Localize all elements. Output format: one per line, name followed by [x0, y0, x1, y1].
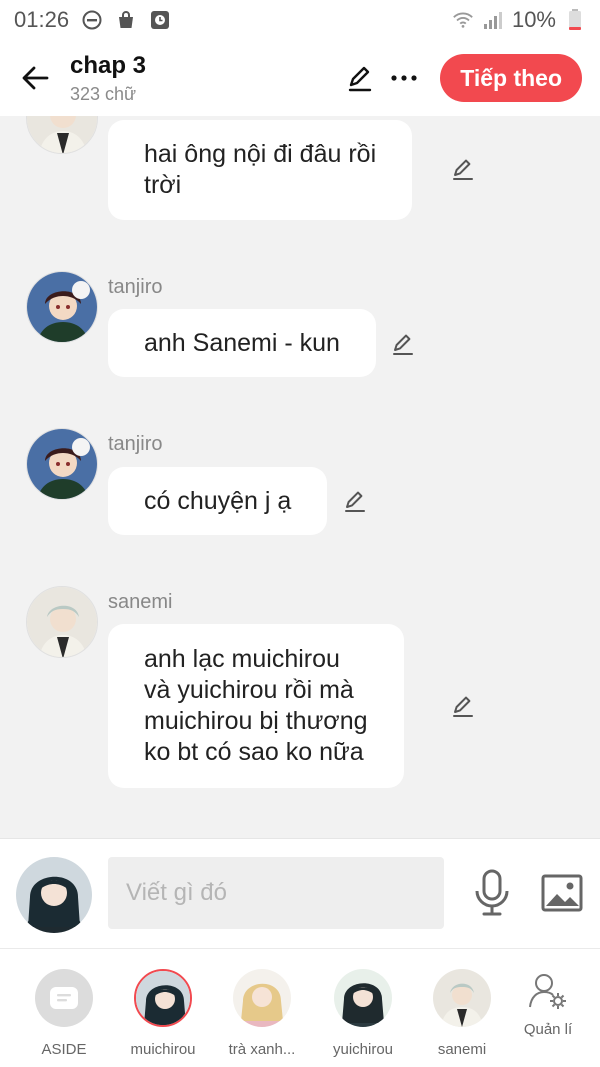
character-label: Quản lí — [523, 1021, 573, 1038]
character-avatar — [134, 969, 192, 1027]
clock-app-icon — [149, 9, 171, 31]
character-yuichirou[interactable]: yuichirou — [313, 969, 413, 1058]
edit-message-button[interactable] — [388, 329, 418, 359]
message-text: anh lạc muichirou và yuichirou rồi mà mu… — [144, 645, 368, 766]
avatar-sanemi[interactable] — [26, 586, 98, 658]
word-count: 323 chữ — [70, 83, 137, 104]
message-text: có chuyện j ạ — [144, 486, 292, 515]
pencil-icon — [345, 491, 365, 512]
avatar-tanjiro[interactable] — [26, 271, 98, 343]
dnd-icon — [81, 9, 103, 31]
back-button[interactable] — [0, 40, 70, 116]
composer: Viết gì đó — [0, 838, 600, 948]
shopping-bag-icon — [115, 9, 137, 31]
character-label: trà xanh... — [228, 1041, 296, 1058]
more-button[interactable] — [382, 56, 426, 100]
avatar-sanemi[interactable] — [26, 116, 98, 154]
edit-button[interactable] — [338, 56, 382, 100]
message-text: hai ông nội đi đâu rồi trời — [144, 140, 377, 199]
status-bar: 01:26 10% — [0, 0, 600, 40]
back-arrow-icon — [22, 66, 49, 90]
battery-icon — [564, 9, 586, 31]
character-avatar — [334, 969, 392, 1027]
message-bubble: có chuyện j ạ — [108, 467, 328, 535]
mic-button[interactable] — [470, 869, 514, 917]
signal-icon — [482, 9, 504, 31]
page-title: chap 3 — [70, 51, 147, 79]
character-avatar — [233, 969, 291, 1027]
next-button[interactable]: Tiếp theo — [440, 54, 582, 102]
manage-characters-button[interactable]: Quản lí — [498, 971, 598, 1038]
image-icon — [541, 874, 583, 912]
message-bubble: anh lạc muichirou và yuichirou rồi mà mu… — [108, 624, 404, 788]
message-bubble: anh Sanemi - kun — [108, 309, 376, 377]
character-label: sanemi — [437, 1041, 487, 1058]
sender-name: tanjiro — [108, 276, 163, 298]
image-button[interactable] — [540, 871, 584, 915]
sender-name: sanemi — [108, 591, 173, 613]
character-aside[interactable]: ASIDE — [14, 969, 114, 1058]
character-label: ASIDE — [41, 1041, 87, 1058]
pencil-icon — [453, 696, 473, 717]
character-avatar — [433, 969, 491, 1027]
status-time: 01:26 — [14, 7, 70, 32]
character-muichirou[interactable]: muichirou — [113, 969, 213, 1058]
edit-message-button[interactable] — [448, 154, 478, 184]
message-input[interactable]: Viết gì đó — [108, 857, 444, 929]
message-input-placeholder: Viết gì đó — [126, 879, 227, 906]
character-tra-xanh[interactable]: trà xanh... — [212, 969, 312, 1058]
character-label: yuichirou — [332, 1041, 394, 1058]
edit-message-button[interactable] — [340, 486, 370, 516]
battery-level: 10% — [511, 7, 556, 32]
edit-message-button[interactable] — [448, 691, 478, 721]
pencil-icon — [348, 66, 372, 92]
manage-user-icon — [529, 974, 566, 1009]
aside-icon — [35, 969, 93, 1027]
character-label: muichirou — [130, 1041, 196, 1058]
sender-name: tanjiro — [108, 433, 163, 455]
wifi-icon — [452, 9, 474, 31]
mic-icon — [475, 869, 509, 916]
current-character-avatar[interactable] — [16, 857, 92, 933]
more-icon — [391, 75, 417, 81]
message-bubble: hai ông nội đi đâu rồi trời — [108, 120, 413, 220]
pencil-icon — [393, 334, 413, 355]
character-bar: ASIDE muichirou trà xanh... yuichirou sa… — [0, 948, 600, 1067]
avatar-tanjiro[interactable] — [26, 428, 98, 500]
character-sanemi[interactable]: sanemi — [412, 969, 512, 1058]
chat-area[interactable]: hai ông nội đi đâu rồi trời tanjiro anh … — [0, 116, 600, 838]
pencil-icon — [453, 159, 473, 180]
message-text: anh Sanemi - kun — [144, 328, 340, 357]
app-header: chap 3 323 chữ Tiếp theo — [0, 40, 600, 116]
